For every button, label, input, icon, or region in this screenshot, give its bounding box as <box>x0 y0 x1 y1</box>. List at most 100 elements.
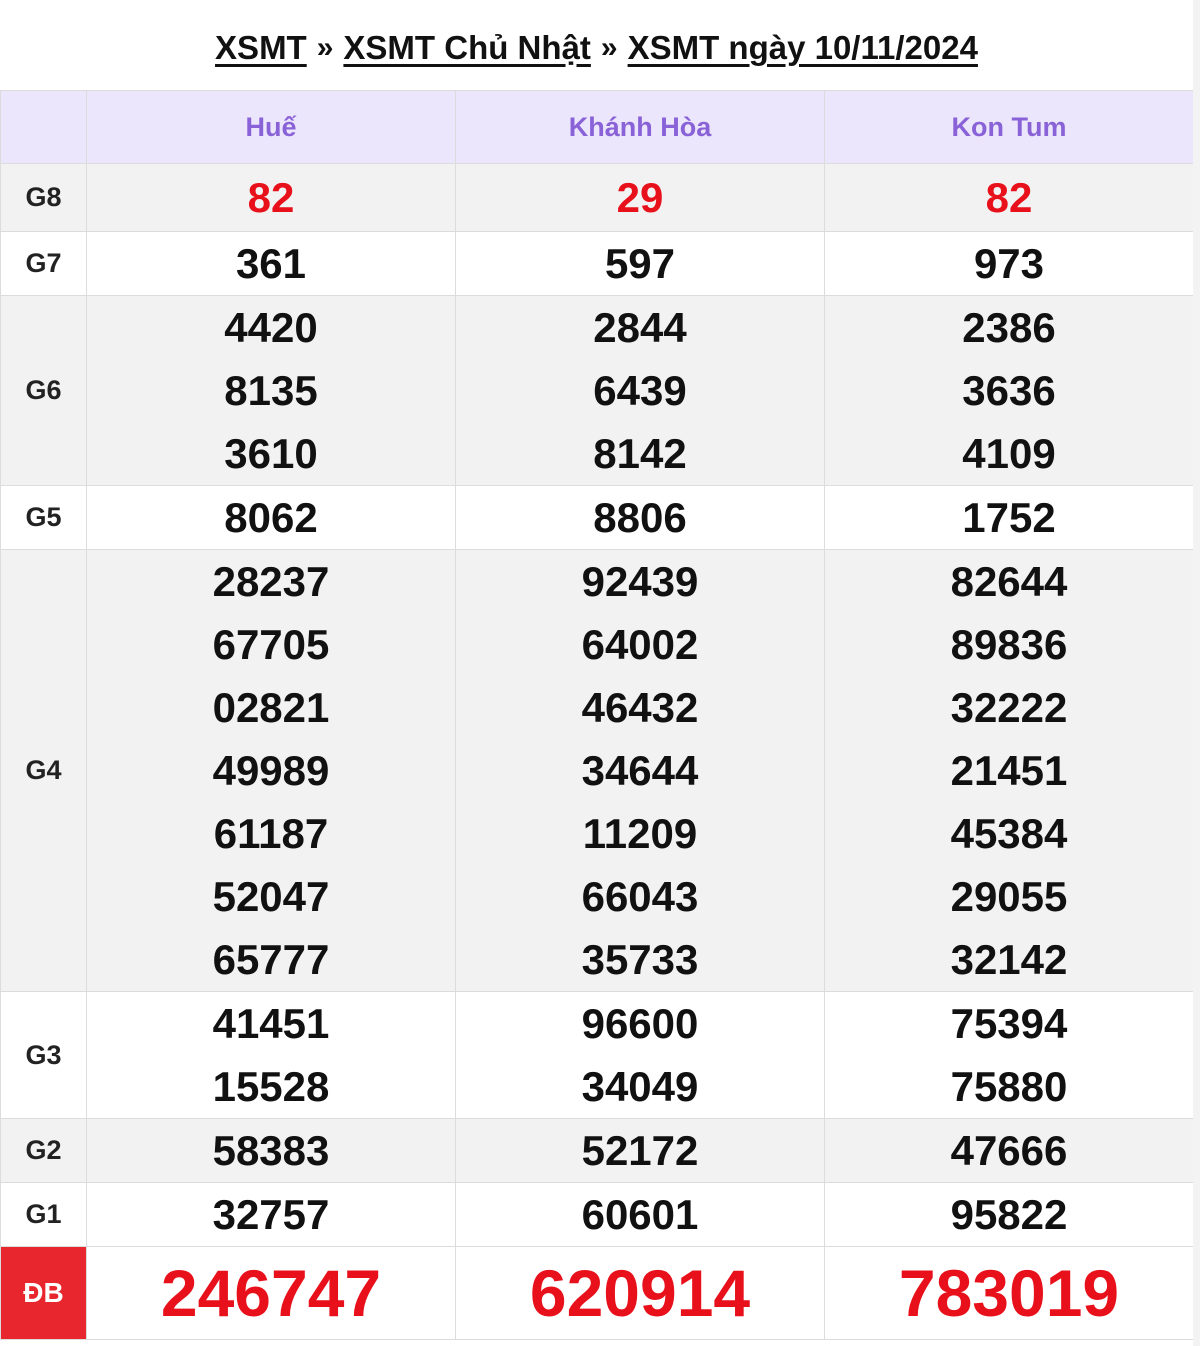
prize-label-g1: G1 <box>0 1182 87 1247</box>
prize-label-db: ĐB <box>0 1246 87 1340</box>
prize-cell-g6-kon-tum: 2386 3636 4109 <box>824 295 1194 486</box>
prize-number: 8062 <box>224 494 318 541</box>
prize-number: 34644 <box>581 747 699 794</box>
lottery-results-table: Huế Khánh Hòa Kon Tum G8 82 29 82 G7 361 597 97… <box>0 90 1194 1340</box>
prize-cell-db-hue: 246747 <box>86 1246 456 1340</box>
prize-cell-g1-kon-tum: 95822 <box>824 1182 1194 1247</box>
prize-number: 67705 <box>212 621 330 668</box>
prize-cell-g5-khanh-hoa: 8806 <box>455 485 825 550</box>
prize-number: 3636 <box>962 367 1056 414</box>
prize-cell-db-khanh-hoa: 620914 <box>455 1246 825 1340</box>
prize-number: 29 <box>616 174 664 221</box>
prize-cell-g1-hue: 32757 <box>86 1182 456 1247</box>
prize-row-g3: G3 41451 15528 96600 34049 75394 75880 <box>0 991 1194 1119</box>
prize-number: 361 <box>235 240 307 287</box>
prize-number: 75394 <box>950 1000 1068 1047</box>
prize-number: 597 <box>604 240 676 287</box>
special-prize-number: 620914 <box>529 1256 751 1330</box>
prize-row-g2: G2 58383 52172 47666 <box>0 1118 1194 1183</box>
prize-cell-g1-khanh-hoa: 60601 <box>455 1182 825 1247</box>
prize-number: 52172 <box>581 1127 699 1174</box>
province-header-khanh-hoa[interactable]: Khánh Hòa <box>455 90 825 164</box>
prize-cell-g5-hue: 8062 <box>86 485 456 550</box>
header-corner <box>0 90 87 164</box>
prize-number: 82644 <box>950 558 1068 605</box>
prize-label-g3: G3 <box>0 991 87 1119</box>
prize-number: 4109 <box>962 430 1056 477</box>
prize-cell-g2-kon-tum: 47666 <box>824 1118 1194 1183</box>
prize-cell-g3-kon-tum: 75394 75880 <box>824 991 1194 1119</box>
prize-label-g8: G8 <box>0 163 87 232</box>
province-header-kon-tum[interactable]: Kon Tum <box>824 90 1194 164</box>
prize-number: 3610 <box>224 430 318 477</box>
province-header-hue[interactable]: Huế <box>86 90 456 164</box>
prize-cell-g5-kon-tum: 1752 <box>824 485 1194 550</box>
prize-number: 45384 <box>950 810 1068 857</box>
prize-number: 15528 <box>212 1063 330 1110</box>
prize-label-g6: G6 <box>0 295 87 486</box>
prize-row-db: ĐB 246747 620914 783019 <box>0 1246 1194 1340</box>
prize-row-g5: G5 8062 8806 1752 <box>0 485 1194 550</box>
prize-number: 2386 <box>962 304 1056 351</box>
prize-cell-g7-khanh-hoa: 597 <box>455 231 825 296</box>
prize-number: 28237 <box>212 558 330 605</box>
prize-number: 8806 <box>593 494 687 541</box>
prize-number: 82 <box>985 174 1033 221</box>
prize-row-g7: G7 361 597 973 <box>0 231 1194 296</box>
breadcrumb-separator: » <box>600 31 618 64</box>
prize-number: 58383 <box>212 1127 330 1174</box>
breadcrumb: XSMT » XSMT Chủ Nhật » XSMT ngày 10/11/2… <box>0 0 1193 90</box>
prize-number: 66043 <box>581 873 699 920</box>
prize-number: 6439 <box>593 367 687 414</box>
prize-number: 47666 <box>950 1127 1068 1174</box>
results-page: XSMT » XSMT Chủ Nhật » XSMT ngày 10/11/2… <box>0 0 1194 1346</box>
prize-number: 89836 <box>950 621 1068 668</box>
prize-row-g4: G4 28237 67705 02821 49989 61187 52047 65777 924… <box>0 549 1194 992</box>
prize-label-g7: G7 <box>0 231 87 296</box>
prize-cell-g4-khanh-hoa: 92439 64002 46432 34644 11209 66043 35733 <box>455 549 825 992</box>
prize-number: 49989 <box>212 747 330 794</box>
special-prize-number: 783019 <box>898 1256 1120 1330</box>
prize-number: 65777 <box>212 936 330 983</box>
prize-cell-g8-khanh-hoa: 29 <box>455 163 825 232</box>
prize-label-g2: G2 <box>0 1118 87 1183</box>
page-edge <box>1193 0 1200 1346</box>
prize-number: 1752 <box>962 494 1056 541</box>
table-header-row: Huế Khánh Hòa Kon Tum <box>0 90 1194 164</box>
breadcrumb-link-date[interactable]: XSMT ngày 10/11/2024 <box>628 29 978 67</box>
prize-number: 2844 <box>593 304 687 351</box>
prize-row-g8: G8 82 29 82 <box>0 163 1194 232</box>
prize-label-g4: G4 <box>0 549 87 992</box>
prize-cell-g7-kon-tum: 973 <box>824 231 1194 296</box>
prize-cell-g4-kon-tum: 82644 89836 32222 21451 45384 29055 32142 <box>824 549 1194 992</box>
prize-number: 95822 <box>950 1191 1068 1238</box>
prize-cell-g6-hue: 4420 8135 3610 <box>86 295 456 486</box>
prize-number: 92439 <box>581 558 699 605</box>
prize-number: 34049 <box>581 1063 699 1110</box>
prize-number: 32142 <box>950 936 1068 983</box>
prize-number: 32757 <box>212 1191 330 1238</box>
prize-cell-g4-hue: 28237 67705 02821 49989 61187 52047 65777 <box>86 549 456 992</box>
prize-number: 64002 <box>581 621 699 668</box>
breadcrumb-link-xsmt[interactable]: XSMT <box>215 29 307 67</box>
prize-cell-g8-kon-tum: 82 <box>824 163 1194 232</box>
prize-number: 4420 <box>224 304 318 351</box>
special-prize-number: 246747 <box>160 1256 382 1330</box>
prize-row-g1: G1 32757 60601 95822 <box>0 1182 1194 1247</box>
prize-number: 35733 <box>581 936 699 983</box>
prize-number: 973 <box>973 240 1045 287</box>
prize-number: 61187 <box>213 810 329 857</box>
prize-number: 29055 <box>950 873 1068 920</box>
prize-number: 8142 <box>593 430 687 477</box>
prize-number: 02821 <box>212 684 330 731</box>
prize-cell-g2-hue: 58383 <box>86 1118 456 1183</box>
prize-cell-g6-khanh-hoa: 2844 6439 8142 <box>455 295 825 486</box>
prize-number: 60601 <box>581 1191 699 1238</box>
prize-number: 41451 <box>212 1000 330 1047</box>
prize-number: 75880 <box>950 1063 1068 1110</box>
prize-cell-g3-khanh-hoa: 96600 34049 <box>455 991 825 1119</box>
prize-number: 8135 <box>224 367 318 414</box>
prize-cell-g8-hue: 82 <box>86 163 456 232</box>
breadcrumb-link-sunday[interactable]: XSMT Chủ Nhật <box>343 29 590 67</box>
prize-number: 46432 <box>581 684 699 731</box>
